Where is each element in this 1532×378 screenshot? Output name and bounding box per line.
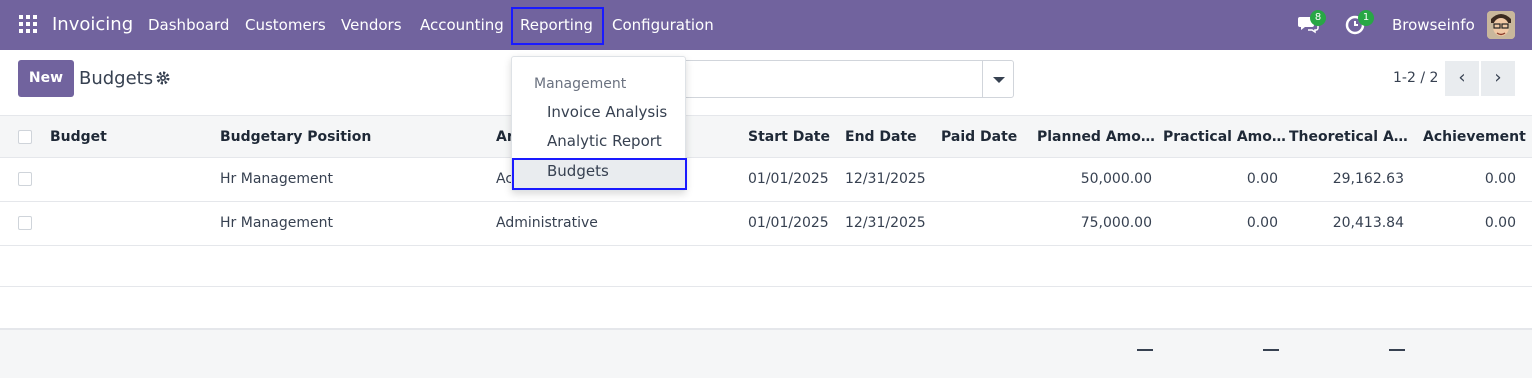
company-name[interactable]: Browseinfo bbox=[1392, 16, 1475, 34]
cell-position: Hr Management bbox=[220, 171, 333, 187]
messages-badge: 8 bbox=[1310, 10, 1326, 26]
column-theoretical-amount[interactable]: Theoretical A… bbox=[1289, 129, 1408, 145]
select-all-checkbox[interactable] bbox=[18, 130, 32, 144]
menu-configuration[interactable]: Configuration bbox=[612, 16, 714, 34]
search-input[interactable] bbox=[660, 60, 982, 98]
cell-practical: 0.00 bbox=[1246, 215, 1278, 231]
table-footer bbox=[0, 329, 1532, 378]
pager-value[interactable]: 1-2 / 2 bbox=[1393, 70, 1438, 86]
table-row[interactable]: Hr Management Administrative 01/01/2025 … bbox=[0, 202, 1532, 246]
menu-dashboard[interactable]: Dashboard bbox=[148, 16, 229, 34]
top-navbar: Invoicing Dashboard Customers Vendors Ac… bbox=[0, 0, 1532, 50]
dropdown-item-invoice-analysis[interactable]: Invoice Analysis bbox=[547, 103, 667, 121]
column-budgetary-position[interactable]: Budgetary Position bbox=[220, 129, 371, 145]
column-achievement[interactable]: Achievement bbox=[1423, 129, 1526, 145]
cell-start-date: 01/01/2025 bbox=[748, 215, 829, 231]
page-title: Budgets bbox=[79, 68, 154, 89]
menu-reporting-highlight bbox=[511, 7, 604, 45]
apps-grid-icon[interactable] bbox=[19, 15, 37, 33]
cell-theoretical: 29,162.63 bbox=[1332, 171, 1404, 187]
gear-icon[interactable] bbox=[155, 70, 171, 86]
cell-achievement: 0.00 bbox=[1484, 215, 1516, 231]
theoretical-total-dash bbox=[1389, 349, 1405, 351]
column-paid-date[interactable]: Paid Date bbox=[941, 129, 1017, 145]
table-row[interactable]: Hr Management Ac 01/01/2025 12/31/2025 5… bbox=[0, 158, 1532, 202]
app-name[interactable]: Invoicing bbox=[52, 14, 133, 35]
pager-prev-button[interactable]: ‹ bbox=[1445, 61, 1479, 96]
cell-position: Hr Management bbox=[220, 215, 333, 231]
planned-total-dash bbox=[1137, 349, 1153, 351]
new-button[interactable]: New bbox=[18, 60, 74, 97]
row-checkbox[interactable] bbox=[18, 172, 32, 186]
column-planned-amount[interactable]: Planned Amo… bbox=[1037, 129, 1155, 145]
empty-row bbox=[0, 287, 1532, 329]
empty-row bbox=[0, 246, 1532, 287]
cell-analytic: Administrative bbox=[496, 215, 598, 231]
reporting-dropdown: Management Invoice Analysis Analytic Rep… bbox=[511, 56, 687, 191]
column-budget[interactable]: Budget bbox=[50, 129, 107, 145]
dropdown-section-header: Management bbox=[534, 76, 627, 92]
avatar[interactable] bbox=[1487, 11, 1515, 39]
cell-planned: 50,000.00 bbox=[1080, 171, 1152, 187]
row-checkbox[interactable] bbox=[18, 216, 32, 230]
column-end-date[interactable]: End Date bbox=[845, 129, 917, 145]
cell-start-date: 01/01/2025 bbox=[748, 171, 829, 187]
menu-customers[interactable]: Customers bbox=[245, 16, 326, 34]
cell-practical: 0.00 bbox=[1246, 171, 1278, 187]
cell-theoretical: 20,413.84 bbox=[1332, 215, 1404, 231]
table-header: Budget Budgetary Position An Start Date … bbox=[0, 115, 1532, 158]
dropdown-item-analytic-report[interactable]: Analytic Report bbox=[547, 132, 662, 150]
activities-badge: 1 bbox=[1358, 10, 1374, 26]
column-start-date[interactable]: Start Date bbox=[748, 129, 830, 145]
cell-end-date: 12/31/2025 bbox=[845, 171, 926, 187]
practical-total-dash bbox=[1263, 349, 1279, 351]
clock-icon[interactable]: 1 bbox=[1345, 10, 1374, 37]
caret-down-icon[interactable] bbox=[982, 60, 1014, 98]
cell-planned: 75,000.00 bbox=[1080, 215, 1152, 231]
column-practical-amount[interactable]: Practical Amo… bbox=[1163, 129, 1286, 145]
menu-vendors[interactable]: Vendors bbox=[341, 16, 402, 34]
chat-icon[interactable]: 8 bbox=[1297, 10, 1326, 37]
cell-achievement: 0.00 bbox=[1484, 171, 1516, 187]
menu-accounting[interactable]: Accounting bbox=[420, 16, 504, 34]
cell-end-date: 12/31/2025 bbox=[845, 215, 926, 231]
pager-next-button[interactable]: › bbox=[1481, 61, 1515, 96]
dropdown-item-budgets[interactable]: Budgets bbox=[547, 162, 609, 180]
